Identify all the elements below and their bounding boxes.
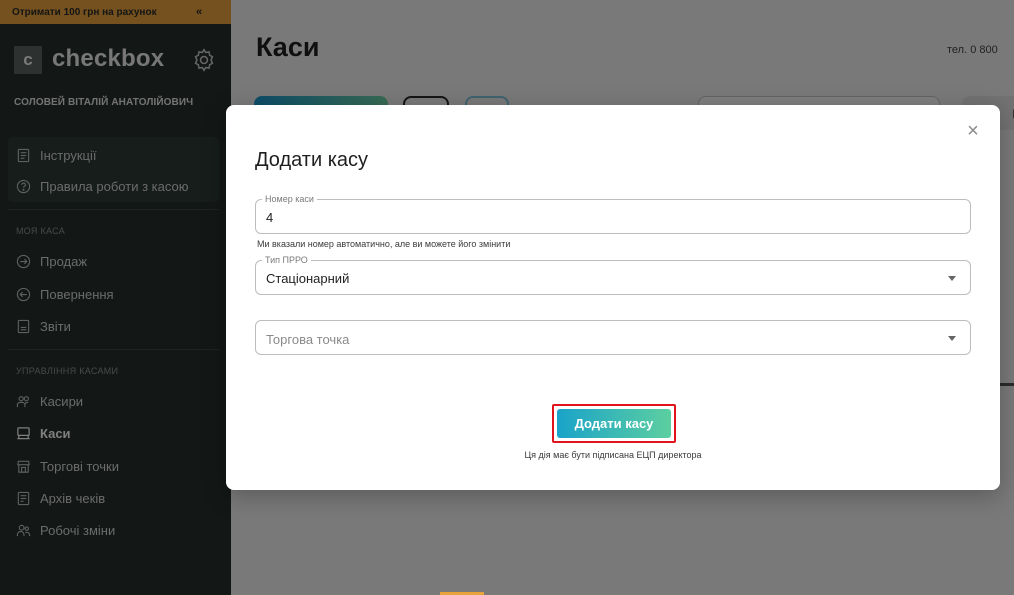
field-label: Тип ПРРО [262, 254, 311, 266]
trade-point-select[interactable]: Торгова точка [255, 320, 971, 355]
chevron-down-icon[interactable] [948, 276, 956, 281]
field-value[interactable]: 4 [266, 210, 273, 225]
add-register-submit-button[interactable]: Додати касу [557, 409, 671, 438]
close-icon[interactable]: × [963, 121, 983, 141]
add-register-dialog: × Додати касу Номер каси 4 Ми вказали но… [226, 105, 1000, 490]
prro-type-select[interactable]: Тип ПРРО Стаціонарний [255, 254, 971, 295]
field-placeholder: Торгова точка [266, 332, 350, 347]
signature-note: Ця дія має бути підписана ЕЦП директора [524, 450, 702, 460]
submit-highlight: Додати касу [552, 404, 676, 443]
selected-value: Стаціонарний [266, 271, 350, 286]
helper-text: Ми вказали номер автоматично, але ви мож… [257, 239, 511, 249]
field-label: Номер каси [262, 193, 317, 205]
chevron-down-icon[interactable] [948, 336, 956, 341]
register-number-field[interactable]: Номер каси 4 [255, 193, 971, 234]
dialog-title: Додати касу [255, 149, 369, 171]
